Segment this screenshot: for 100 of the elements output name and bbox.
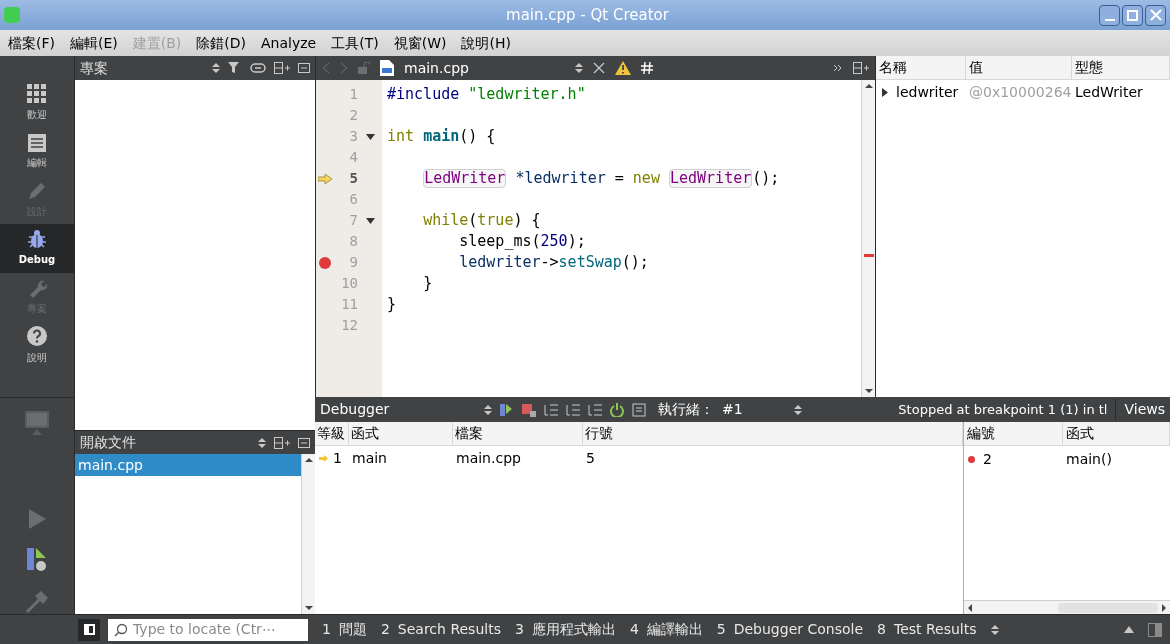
mode-button[interactable]: Debug (0, 224, 74, 273)
output-tab[interactable]: 5 Debugger Console (716, 619, 864, 640)
more-icon[interactable] (833, 63, 843, 73)
line-number: 9 (348, 253, 358, 272)
code-token: "ledwriter.h" (468, 84, 586, 106)
code-token: main (423, 126, 460, 148)
editor-file-name: main.cpp (404, 58, 470, 78)
sidebar-icon[interactable] (1148, 622, 1162, 637)
triangle-up-icon[interactable] (1124, 626, 1134, 633)
table-cell-text: main.cpp (455, 448, 522, 468)
close-icon[interactable] (592, 62, 605, 74)
code-token: = (614, 168, 625, 190)
help-icon (26, 325, 48, 348)
scroll-left-icon[interactable] (966, 602, 974, 613)
column-header[interactable]: 名稱 (876, 56, 966, 79)
search-icon (114, 622, 128, 637)
menu-item[interactable]: Analyze (261, 32, 317, 54)
horizontal-scrollbar[interactable] (964, 600, 1170, 614)
step-icon[interactable] (566, 402, 580, 417)
mode-button[interactable]: 說明 (0, 320, 74, 370)
scrollbar[interactable] (301, 454, 315, 614)
step-icon[interactable] (544, 402, 558, 417)
output-tab[interactable]: 4 編譯輸出 (629, 619, 703, 640)
thread-selector[interactable]: #1 (722, 399, 786, 420)
step-icon[interactable] (588, 402, 602, 417)
updown-icon[interactable] (794, 403, 802, 416)
breakpoint-icon[interactable] (319, 256, 331, 269)
column-header[interactable]: 型態 (1072, 56, 1170, 79)
column-header[interactable]: 編號 (964, 422, 1063, 445)
line-number: 6 (348, 190, 358, 209)
link-icon[interactable] (250, 63, 266, 73)
updown-icon[interactable] (484, 403, 492, 416)
line-number: 12 (340, 316, 358, 335)
locator-field[interactable]: Type to locate (Ctr⋯ (108, 618, 308, 641)
table-cell-text: 1 (333, 448, 342, 468)
code-token: } (423, 273, 433, 295)
document-item[interactable]: main.cpp (75, 454, 301, 476)
thread-label: 執行緒： (658, 400, 714, 419)
window-title: main.cpp - Qt Creator (505, 4, 670, 26)
scroll-right-icon[interactable] (1160, 602, 1168, 613)
menu-item[interactable]: 檔案(F) (8, 32, 55, 54)
code-token: } (387, 294, 397, 316)
code-token: new (632, 168, 661, 190)
list-icon[interactable] (632, 402, 646, 417)
updown-icon[interactable] (258, 436, 266, 449)
expand-icon[interactable] (882, 87, 888, 97)
continue-icon[interactable] (500, 402, 514, 417)
menu-item[interactable]: 除錯(D) (196, 32, 246, 54)
code-token: sleep_ms( (459, 231, 541, 253)
menu-item[interactable]: 工具(T) (331, 32, 379, 54)
updown-icon[interactable] (574, 62, 583, 74)
code-token: #include (387, 84, 461, 106)
updown-icon[interactable] (990, 623, 999, 636)
arrow-icon (318, 173, 332, 184)
column-header[interactable]: 行號 (583, 422, 963, 445)
fold-icon[interactable] (365, 217, 375, 224)
column-header[interactable]: 值 (966, 56, 1072, 79)
column-header[interactable]: 檔案 (453, 422, 583, 445)
column-header[interactable]: 函式 (1063, 422, 1170, 445)
stop-icon[interactable] (522, 402, 536, 417)
power-icon[interactable] (610, 402, 624, 417)
line-number: 8 (348, 232, 358, 251)
menu-item[interactable]: 說明(H) (461, 32, 511, 54)
code-token: (); (752, 168, 780, 190)
fold-icon[interactable] (365, 133, 375, 140)
line-number: 10 (340, 274, 358, 293)
updown-icon[interactable] (212, 62, 220, 74)
table-cell-text: main (351, 448, 388, 468)
views-button[interactable]: Views (1115, 399, 1165, 420)
menu-item[interactable]: 編輯(E) (70, 32, 118, 54)
output-tab[interactable]: 2 Search Results (380, 619, 501, 640)
minimize-icon[interactable] (298, 437, 310, 448)
output-tab[interactable]: 3 應用程式輸出 (514, 619, 616, 640)
minimize-icon[interactable] (298, 63, 310, 73)
close-button[interactable] (1145, 4, 1166, 26)
pencil-icon (27, 181, 47, 202)
split-icon[interactable] (274, 62, 290, 74)
code-token: true (477, 210, 514, 232)
mode-button[interactable]: 編輯 (0, 127, 74, 176)
hash-icon[interactable] (640, 62, 653, 74)
code-token: ); (567, 231, 586, 253)
warning-icon[interactable] (614, 61, 631, 75)
filter-icon[interactable] (228, 62, 242, 74)
maximize-button[interactable] (1122, 4, 1143, 26)
scroll-thumb[interactable] (1058, 602, 1158, 613)
menu-item[interactable]: 視窗(W) (393, 32, 447, 54)
column-header[interactable]: 函式 (349, 422, 453, 445)
code-token: LedWriter (668, 169, 753, 188)
column-header[interactable]: 等級 (315, 422, 349, 445)
panel-title: 開啟文件 (80, 433, 137, 452)
output-tab[interactable]: 8 Test Results (877, 619, 977, 640)
scrollbar[interactable] (861, 80, 875, 397)
debug-run-icon[interactable] (26, 548, 48, 572)
sidebar-toggle-button[interactable] (78, 618, 100, 641)
mode-button[interactable]: 歡迎 (0, 79, 74, 128)
split-icon[interactable] (853, 62, 869, 74)
output-tab[interactable]: 1 問題 (322, 619, 367, 640)
debugger-title: Debugger (320, 400, 391, 419)
split-icon[interactable] (274, 436, 290, 449)
minimize-button[interactable] (1099, 4, 1120, 26)
